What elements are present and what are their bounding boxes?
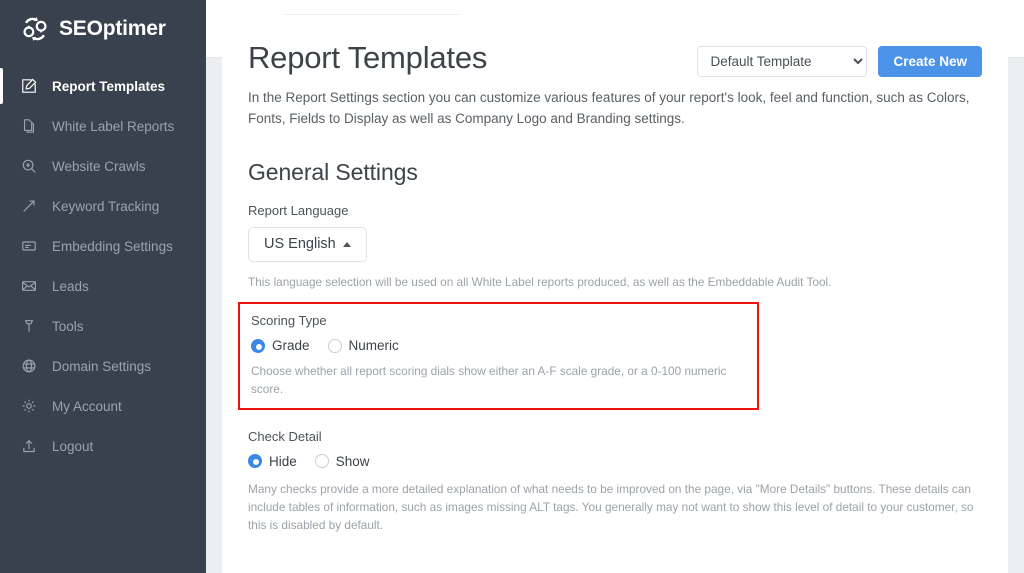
check-detail-option-hide[interactable]: Hide	[248, 454, 297, 469]
content-pane: Report Templates Default Template Create…	[206, 0, 1024, 573]
radio-indicator[interactable]	[314, 454, 329, 469]
scoring-type-radios: Grade Numeric	[251, 338, 757, 353]
create-new-button[interactable]: Create New	[878, 46, 982, 77]
check-detail-group: Check Detail Hide Show Many checks provi…	[248, 429, 982, 535]
sidebar-item-leads[interactable]: Leads	[0, 266, 206, 306]
template-select[interactable]: Default Template	[697, 46, 868, 77]
check-detail-label: Check Detail	[248, 428, 322, 444]
sidebar-item-label: Tools	[52, 318, 84, 334]
check-detail-radios: Hide Show	[248, 454, 982, 469]
radio-indicator[interactable]	[327, 338, 342, 353]
sidebar-item-label: Embedding Settings	[52, 238, 173, 254]
report-language-dropdown[interactable]: US English	[248, 226, 367, 262]
scoring-type-label: Scoring Type	[251, 313, 327, 329]
sidebar-item-keyword-tracking[interactable]: Keyword Tracking	[0, 186, 206, 226]
sidebar-item-embedding-settings[interactable]: Embedding Settings	[0, 226, 206, 266]
brand-logo[interactable]: SEOptimer	[0, 0, 206, 58]
embed-window-icon	[20, 237, 38, 255]
sidebar-item-label: Keyword Tracking	[52, 198, 160, 214]
brand-name: SEOptimer	[59, 17, 166, 40]
main-card: Report Templates Default Template Create…	[222, 15, 1008, 573]
magnifier-plus-icon	[20, 157, 38, 175]
copy-documents-icon	[20, 117, 38, 135]
report-language-label: Report Language	[248, 202, 349, 218]
sidebar-item-tools[interactable]: Tools	[0, 306, 206, 346]
sidebar-item-label: Report Templates	[52, 78, 166, 94]
scoring-type-option-numeric[interactable]: Numeric	[327, 338, 399, 354]
sidebar-item-label: Website Crawls	[52, 158, 146, 174]
sidebar-item-white-label-reports[interactable]: White Label Reports	[0, 106, 206, 146]
sidebar-item-my-account[interactable]: My Account	[0, 386, 206, 426]
sidebar: SEOptimer Report Templates White Label R…	[0, 0, 206, 573]
caret-up-icon	[342, 241, 351, 247]
page-actions: Default Template Create New	[697, 41, 982, 77]
app-root: SEOptimer Report Templates White Label R…	[0, 0, 1024, 573]
sidebar-item-label: My Account	[52, 398, 122, 414]
globe-icon	[20, 357, 38, 375]
check-detail-hint: Many checks provide a more detailed expl…	[248, 481, 974, 533]
pencil-square-icon	[20, 77, 38, 95]
sidebar-item-label: White Label Reports	[52, 118, 175, 134]
page-intro: In the Report Settings section you can c…	[248, 90, 970, 126]
check-detail-option-show[interactable]: Show	[314, 453, 370, 469]
scoring-type-group: Scoring Type Grade Numeric Choose whethe…	[238, 302, 759, 410]
sidebar-item-logout[interactable]: Logout	[0, 426, 206, 466]
radio-indicator[interactable]	[251, 338, 265, 353]
report-language-value: US English	[264, 236, 336, 253]
sidebar-item-label: Leads	[52, 278, 89, 294]
sidebar-item-label: Domain Settings	[52, 358, 152, 374]
sidebar-nav: Report Templates White Label Reports Web…	[0, 66, 206, 466]
gear-icon	[20, 397, 38, 415]
scoring-type-hint: Choose whether all report scoring dials …	[251, 364, 727, 397]
hammer-icon	[20, 317, 38, 335]
radio-label: Show	[335, 453, 370, 469]
envelope-icon	[20, 277, 38, 295]
radio-label: Numeric	[348, 338, 399, 354]
page-header: Report Templates Default Template Create…	[248, 40, 982, 77]
radio-label: Grade	[272, 338, 310, 354]
radio-label: Hide	[269, 453, 297, 469]
report-language-hint: This language selection will be used on …	[248, 274, 832, 289]
logout-upload-icon	[20, 437, 38, 455]
circular-arrows-gear-icon	[20, 14, 50, 44]
sidebar-item-domain-settings[interactable]: Domain Settings	[0, 346, 206, 386]
trend-arrow-icon	[20, 197, 38, 215]
radio-indicator[interactable]	[248, 454, 262, 469]
sidebar-item-website-crawls[interactable]: Website Crawls	[0, 146, 206, 186]
sidebar-item-label: Logout	[52, 438, 94, 454]
sidebar-item-report-templates[interactable]: Report Templates	[0, 66, 206, 106]
page-title: Report Templates	[248, 40, 488, 75]
general-settings-heading: General Settings	[248, 158, 418, 185]
scoring-type-option-grade[interactable]: Grade	[251, 338, 310, 353]
